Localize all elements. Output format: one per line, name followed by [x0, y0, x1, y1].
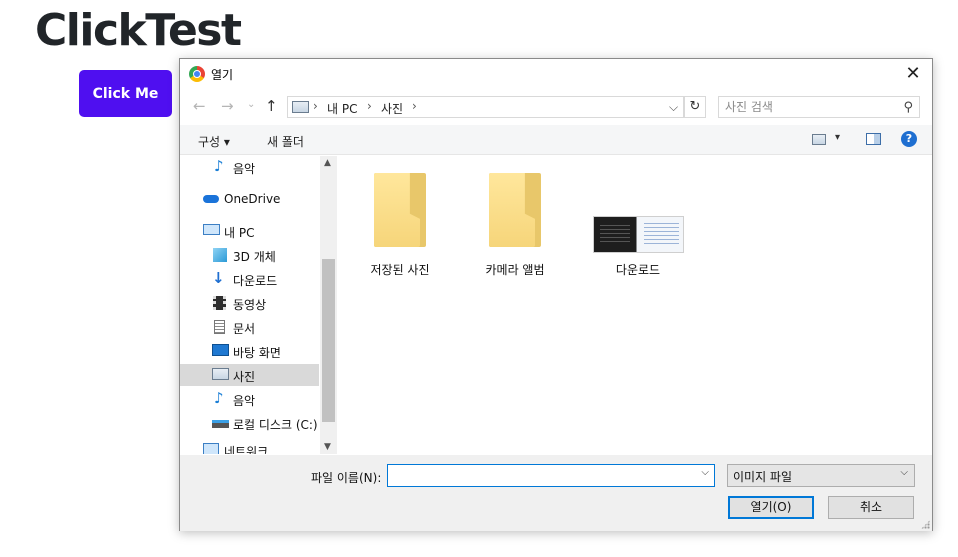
file-open-dialog: 열기 ✕ ← → ⌄ ↑ › 내 PC › 사진 › ⌵ ↻ ⚲ 구성 ▾ 새 … — [179, 58, 933, 531]
document-icon — [214, 320, 225, 334]
video-icon — [213, 296, 226, 310]
pictures-location-icon — [292, 101, 309, 113]
sidebar-item-documents[interactable]: 문서 — [180, 316, 319, 338]
sidebar-item-label: 로컬 디스크 (C:) — [233, 418, 318, 432]
sidebar-item-label: 네트워크 — [224, 445, 269, 454]
arrow-left-icon[interactable]: ← — [193, 97, 206, 115]
close-icon[interactable]: ✕ — [902, 63, 924, 85]
sidebar-item-label: 바탕 화면 — [233, 346, 281, 360]
sidebar-item-3d-objects[interactable]: 3D 개체 — [180, 244, 319, 266]
file-item-image-download[interactable]: 다운로드 — [588, 166, 688, 277]
sidebar-item-music-2[interactable]: ♪ 음악 — [180, 388, 319, 410]
sidebar-item-label: 문서 — [233, 322, 256, 336]
sidebar-item-music[interactable]: ♪ 음악 — [180, 156, 319, 178]
sidebar-item-label: OneDrive — [224, 192, 281, 206]
sidebar-item-label: 음악 — [233, 162, 256, 176]
folder-icon — [489, 173, 541, 247]
scroll-up-icon[interactable]: ▲ — [324, 158, 331, 168]
sidebar-item-onedrive[interactable]: OneDrive — [180, 188, 319, 210]
sidebar-item-desktop[interactable]: 바탕 화면 — [180, 340, 319, 362]
breadcrumb-separator: › — [412, 99, 417, 113]
help-icon[interactable]: ? — [901, 131, 917, 147]
cloud-icon — [203, 195, 219, 203]
refresh-icon[interactable]: ↻ — [684, 96, 706, 118]
sidebar-item-label: 동영상 — [233, 298, 267, 312]
sidebar-item-label: 사진 — [233, 370, 256, 384]
chevron-down-icon[interactable]: ⌄ — [247, 99, 255, 110]
navigation-pane: ♪ 음악 OneDrive 내 PC 3D 개체 ↓ 다운로드 동영상 문서 바… — [180, 156, 337, 454]
organize-menu-button[interactable]: 구성 ▾ — [198, 133, 230, 150]
view-dropdown-icon[interactable]: ▾ — [835, 132, 840, 143]
open-button[interactable]: 열기(O) — [728, 496, 814, 519]
dialog-footer: 파일 이름(N): ⌵ 이미지 파일 ⌵ 열기(O) 취소 — [180, 455, 932, 531]
desktop-icon — [212, 344, 229, 356]
file-item-folder-saved-pictures[interactable]: 저장된 사진 — [350, 166, 450, 277]
pc-icon — [203, 224, 220, 235]
breadcrumb-separator: › — [313, 99, 318, 113]
arrow-right-icon[interactable]: → — [221, 97, 234, 115]
dialog-title: 열기 — [211, 68, 234, 82]
file-name: 저장된 사진 — [370, 263, 430, 277]
file-name: 카메라 앨범 — [485, 263, 545, 277]
music-icon: ♪ — [214, 389, 224, 407]
view-options-icon[interactable] — [812, 134, 826, 145]
search-input[interactable] — [725, 100, 895, 114]
click-me-button[interactable]: Click Me — [79, 70, 172, 117]
sidebar-item-local-disk[interactable]: 로컬 디스크 (C:) — [180, 412, 319, 434]
sidebar-item-pictures[interactable]: 사진 — [180, 364, 319, 386]
address-dropdown-icon[interactable]: ⌵ — [669, 100, 678, 115]
dialog-titlebar: 열기 ✕ — [180, 59, 932, 89]
image-thumbnail — [593, 216, 684, 253]
filetype-select[interactable]: 이미지 파일 ⌵ — [727, 464, 915, 487]
chevron-down-icon: ⌵ — [900, 467, 908, 478]
dialog-toolbar: 구성 ▾ 새 폴더 ▾ ? — [180, 125, 932, 155]
sidebar-scrollbar[interactable]: ▲ ▼ — [320, 156, 337, 454]
chevron-down-icon[interactable]: ⌵ — [701, 467, 709, 478]
scroll-down-icon[interactable]: ▼ — [324, 442, 331, 452]
filename-label: 파일 이름(N): — [311, 471, 382, 485]
cancel-button[interactable]: 취소 — [828, 496, 914, 519]
file-item-folder-camera-roll[interactable]: 카메라 앨범 — [465, 166, 565, 277]
address-bar[interactable]: › 내 PC › 사진 › ⌵ — [287, 96, 684, 118]
chrome-icon — [189, 66, 205, 82]
drive-icon — [212, 420, 229, 428]
network-icon — [203, 443, 219, 454]
folder-icon — [374, 173, 426, 247]
filetype-value: 이미지 파일 — [733, 470, 793, 484]
new-folder-button[interactable]: 새 폴더 — [267, 133, 304, 150]
sidebar-item-label: 3D 개체 — [233, 250, 276, 264]
filename-combobox[interactable]: ⌵ — [387, 464, 715, 487]
sidebar-item-label: 음악 — [233, 394, 256, 408]
sidebar-item-videos[interactable]: 동영상 — [180, 292, 319, 314]
breadcrumb-separator: › — [367, 99, 372, 113]
arrow-up-icon[interactable]: ↑ — [265, 97, 278, 115]
file-list-pane: 저장된 사진 카메라 앨범 다운로드 — [338, 156, 932, 454]
breadcrumb-pictures[interactable]: 사진 — [381, 100, 403, 117]
sidebar-item-network[interactable]: 네트워크 — [180, 439, 319, 454]
preview-pane-icon[interactable] — [866, 133, 881, 145]
pictures-icon — [212, 368, 229, 380]
breadcrumb-my-pc[interactable]: 내 PC — [327, 100, 357, 117]
sidebar-item-label: 내 PC — [224, 226, 255, 240]
filename-input[interactable] — [391, 467, 691, 481]
sidebar-item-label: 다운로드 — [233, 274, 278, 288]
cube-icon — [213, 248, 227, 262]
file-name: 다운로드 — [615, 263, 661, 277]
sidebar-item-downloads[interactable]: ↓ 다운로드 — [180, 268, 319, 290]
search-box[interactable]: ⚲ — [718, 96, 920, 118]
music-icon: ♪ — [214, 157, 224, 175]
search-icon: ⚲ — [903, 100, 913, 115]
resize-grip-icon[interactable] — [921, 520, 930, 529]
page-title: ClickTest — [35, 5, 242, 56]
download-icon: ↓ — [212, 269, 225, 287]
scrollbar-thumb[interactable] — [322, 259, 335, 422]
sidebar-item-my-pc[interactable]: 내 PC — [180, 220, 319, 242]
